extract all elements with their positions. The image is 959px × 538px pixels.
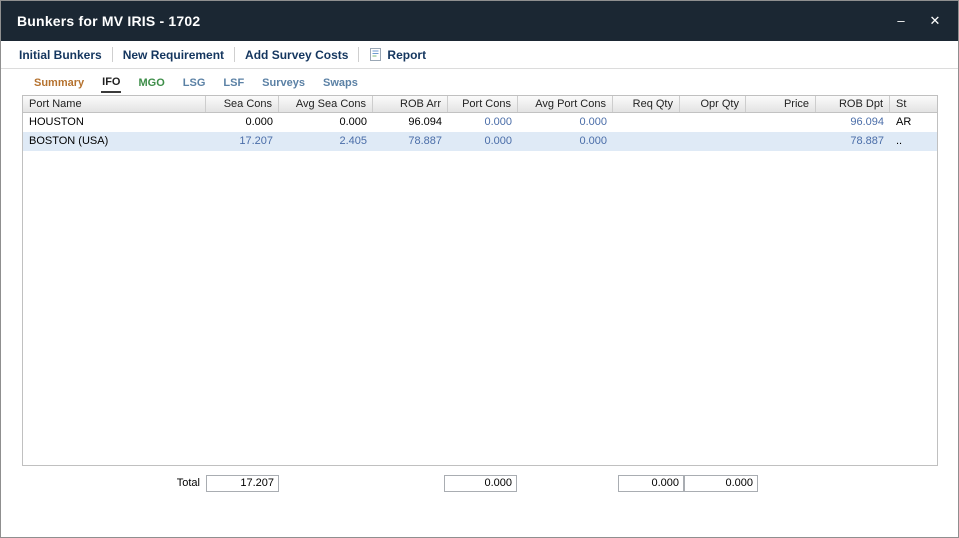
- cell-rob-dpt[interactable]: 78.887: [816, 132, 890, 151]
- column-header-st[interactable]: St: [890, 96, 937, 112]
- cell-port-name[interactable]: BOSTON (USA): [23, 132, 206, 151]
- cell-st[interactable]: ..: [890, 132, 937, 151]
- cell-req-qty[interactable]: [613, 132, 680, 151]
- cell-st[interactable]: AR: [890, 113, 937, 132]
- minimize-button[interactable]: –: [884, 7, 918, 35]
- cell-price[interactable]: [746, 132, 816, 151]
- column-header-rob-arr[interactable]: ROB Arr: [373, 96, 448, 112]
- table-row[interactable]: BOSTON (USA) 17.207 2.405 78.887 0.000 0…: [23, 132, 937, 151]
- cell-port-cons[interactable]: 0.000: [448, 113, 518, 132]
- tab-mgo[interactable]: MGO: [137, 73, 165, 92]
- column-header-avg-port-cons[interactable]: Avg Port Cons: [518, 96, 613, 112]
- cell-port-name[interactable]: HOUSTON: [23, 113, 206, 132]
- close-button[interactable]: ✕: [918, 7, 952, 35]
- cell-avg-port-cons[interactable]: 0.000: [518, 113, 613, 132]
- add-survey-costs-button[interactable]: Add Survey Costs: [235, 48, 358, 62]
- cell-avg-sea-cons[interactable]: 2.405: [279, 132, 373, 151]
- column-header-opr-qty[interactable]: Opr Qty: [680, 96, 746, 112]
- cell-port-cons[interactable]: 0.000: [448, 132, 518, 151]
- tab-surveys[interactable]: Surveys: [261, 73, 306, 92]
- tab-lsf[interactable]: LSF: [222, 73, 245, 92]
- total-opr-qty: 0.000: [684, 475, 758, 492]
- tab-lsg[interactable]: LSG: [182, 73, 207, 92]
- tab-swaps[interactable]: Swaps: [322, 73, 359, 92]
- titlebar: Bunkers for MV IRIS - 1702 – ✕: [1, 1, 958, 41]
- tab-ifo[interactable]: IFO: [101, 72, 121, 93]
- cell-sea-cons[interactable]: 0.000: [206, 113, 279, 132]
- cell-opr-qty[interactable]: [680, 113, 746, 132]
- totals-row: Total 17.207 0.000 0.000 0.000: [1, 475, 958, 493]
- cell-rob-arr[interactable]: 96.094: [373, 113, 448, 132]
- bunkers-window: Bunkers for MV IRIS - 1702 – ✕ Initial B…: [0, 0, 959, 538]
- cell-rob-dpt[interactable]: 96.094: [816, 113, 890, 132]
- column-header-sea-cons[interactable]: Sea Cons: [206, 96, 279, 112]
- cell-opr-qty[interactable]: [680, 132, 746, 151]
- report-icon: [369, 48, 382, 61]
- table-row[interactable]: HOUSTON 0.000 0.000 96.094 0.000 0.000 9…: [23, 113, 937, 132]
- table-header-row: Port Name Sea Cons Avg Sea Cons ROB Arr …: [23, 96, 937, 113]
- cell-req-qty[interactable]: [613, 113, 680, 132]
- cell-price[interactable]: [746, 113, 816, 132]
- column-header-avg-sea-cons[interactable]: Avg Sea Cons: [279, 96, 373, 112]
- total-sea-cons: 17.207: [206, 475, 279, 492]
- cell-avg-port-cons[interactable]: 0.000: [518, 132, 613, 151]
- total-req-qty: 0.000: [618, 475, 684, 492]
- cell-rob-arr[interactable]: 78.887: [373, 132, 448, 151]
- column-header-port-name[interactable]: Port Name: [23, 96, 206, 112]
- initial-bunkers-button[interactable]: Initial Bunkers: [9, 48, 112, 62]
- cell-sea-cons[interactable]: 17.207: [206, 132, 279, 151]
- report-label: Report: [387, 48, 426, 62]
- tab-bar: Summary IFO MGO LSG LSF Surveys Swaps: [1, 69, 958, 95]
- window-title: Bunkers for MV IRIS - 1702: [17, 13, 884, 29]
- totals-label: Total: [140, 475, 200, 492]
- column-header-rob-dpt[interactable]: ROB Dpt: [816, 96, 890, 112]
- new-requirement-button[interactable]: New Requirement: [113, 48, 234, 62]
- total-port-cons: 0.000: [444, 475, 517, 492]
- column-header-price[interactable]: Price: [746, 96, 816, 112]
- column-header-req-qty[interactable]: Req Qty: [613, 96, 680, 112]
- bunkers-table: Port Name Sea Cons Avg Sea Cons ROB Arr …: [22, 95, 938, 466]
- cell-avg-sea-cons[interactable]: 0.000: [279, 113, 373, 132]
- report-button[interactable]: Report: [359, 48, 436, 62]
- tab-summary[interactable]: Summary: [33, 73, 85, 92]
- toolbar: Initial Bunkers New Requirement Add Surv…: [1, 41, 958, 69]
- column-header-port-cons[interactable]: Port Cons: [448, 96, 518, 112]
